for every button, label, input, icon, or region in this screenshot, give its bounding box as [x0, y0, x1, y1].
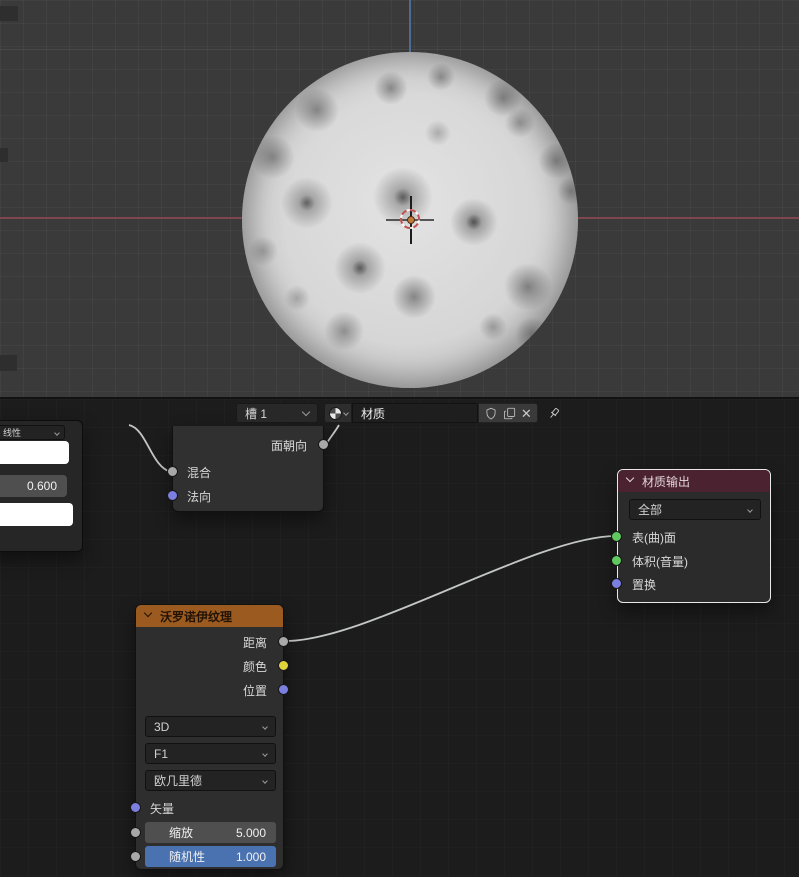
- color-swatch[interactable]: [0, 503, 73, 526]
- distance-metric-dropdown[interactable]: 欧几里德: [145, 770, 276, 791]
- volume-input-socket[interactable]: [611, 555, 622, 566]
- chevron-down-icon: [54, 429, 60, 436]
- output-node-header[interactable]: 材质输出: [618, 470, 770, 492]
- viewport-overlay-fragment: [0, 355, 17, 371]
- browse-material-button[interactable]: [324, 403, 352, 423]
- distance-output-socket[interactable]: [278, 636, 289, 647]
- scale-label: 缩放: [169, 826, 194, 840]
- color-bar[interactable]: [0, 441, 69, 464]
- material-slot-dropdown[interactable]: 槽 1: [236, 403, 318, 423]
- distance-metric-value: 欧几里德: [154, 774, 203, 788]
- feature-dropdown[interactable]: F1: [145, 743, 276, 764]
- chevron-down-icon: [301, 407, 311, 416]
- shader-editor[interactable]: 槽 1 材质 ✕ 线性 0.600 面朝向 混合 法向 沃罗诺伊纹理 距离 颜色…: [0, 399, 799, 877]
- shield-icon[interactable]: [484, 406, 498, 421]
- blender-window: 槽 1 材质 ✕ 线性 0.600 面朝向 混合 法向 沃罗诺伊纹理 距离 颜色…: [0, 0, 799, 877]
- position-value-field[interactable]: 0.600: [0, 475, 67, 497]
- chevron-down-icon: [747, 506, 753, 513]
- link-distance-to-surface[interactable]: [285, 535, 617, 642]
- material-action-group: ✕: [478, 403, 538, 423]
- 3d-cursor: [386, 196, 434, 244]
- material-name: 材质: [361, 406, 386, 421]
- close-icon[interactable]: ✕: [521, 407, 532, 420]
- viewport-overlay-fragment: [0, 148, 8, 162]
- voronoi-texture-node[interactable]: 沃罗诺伊纹理 距离 颜色 位置 3D F1 欧几里德 矢量 缩放 5.000 随…: [130, 604, 289, 870]
- blend-input-label: 混合: [187, 466, 212, 480]
- normal-input-socket[interactable]: [167, 490, 178, 501]
- viewport-overlay-fragment: [0, 6, 18, 21]
- facing-output-socket[interactable]: [318, 439, 329, 450]
- pin-button[interactable]: [544, 403, 564, 423]
- collapse-chevron-icon[interactable]: [143, 608, 153, 618]
- surface-input-socket[interactable]: [611, 531, 622, 542]
- randomness-slider[interactable]: 随机性 1.000: [145, 846, 276, 867]
- position-value: 0.600: [26, 479, 57, 493]
- dimensions-dropdown[interactable]: 3D: [145, 716, 276, 737]
- interpolation-dropdown[interactable]: 线性: [0, 425, 65, 440]
- color-ramp-node[interactable]: 线性 0.600: [0, 420, 83, 552]
- interpolation-label: 线性: [3, 428, 22, 438]
- blend-input-socket[interactable]: [167, 466, 178, 477]
- position-output-socket[interactable]: [278, 684, 289, 695]
- geometry-node[interactable]: 面朝向 混合 法向: [167, 426, 329, 512]
- displacement-input-label: 置换: [632, 578, 657, 592]
- material-name-field[interactable]: 材质: [352, 403, 478, 423]
- vector-input-socket[interactable]: [130, 802, 141, 813]
- voronoi-node-title: 沃罗诺伊纹理: [160, 609, 233, 624]
- material-preview-icon: [328, 406, 342, 420]
- displacement-input-socket[interactable]: [611, 578, 622, 589]
- object-origin-dot: [407, 216, 415, 224]
- material-output-node[interactable]: 材质输出 全部 表(曲)面 体积(音量) 置换: [611, 469, 771, 603]
- grid-major-line: [0, 49, 799, 50]
- chevron-down-icon: [262, 750, 268, 757]
- collapse-chevron-icon[interactable]: [625, 473, 635, 483]
- z-axis-line: [409, 0, 411, 53]
- chevron-down-icon: [262, 723, 268, 730]
- chevron-down-icon: [342, 410, 349, 416]
- randomness-input-socket[interactable]: [130, 851, 141, 862]
- link-to-blend-input[interactable]: [128, 424, 172, 473]
- vector-input-label: 矢量: [150, 802, 175, 816]
- voronoi-node-header[interactable]: 沃罗诺伊纹理: [136, 605, 283, 627]
- normal-input-label: 法向: [187, 490, 212, 504]
- scale-value: 5.000: [235, 825, 266, 840]
- randomness-label: 随机性: [169, 850, 206, 864]
- color-output-label: 颜色: [242, 660, 267, 674]
- scale-slider[interactable]: 缩放 5.000: [145, 822, 276, 843]
- output-target-value: 全部: [638, 503, 663, 517]
- color-output-socket[interactable]: [278, 660, 289, 671]
- slot-label: 槽 1: [245, 406, 268, 421]
- distance-output-label: 距离: [242, 636, 267, 650]
- chevron-down-icon: [262, 777, 268, 784]
- facing-output-label: 面朝向: [270, 439, 307, 453]
- surface-input-label: 表(曲)面: [632, 531, 676, 545]
- output-node-title: 材质输出: [642, 474, 691, 489]
- pin-icon: [550, 407, 560, 418]
- 3d-viewport[interactable]: [0, 0, 799, 399]
- copy-icon[interactable]: [503, 406, 517, 421]
- feature-value: F1: [154, 746, 169, 761]
- scale-input-socket[interactable]: [130, 827, 141, 838]
- volume-input-label: 体积(音量): [632, 555, 688, 569]
- position-output-label: 位置: [242, 684, 267, 698]
- output-target-dropdown[interactable]: 全部: [629, 499, 761, 520]
- randomness-value: 1.000: [235, 849, 266, 864]
- dimensions-value: 3D: [154, 719, 170, 734]
